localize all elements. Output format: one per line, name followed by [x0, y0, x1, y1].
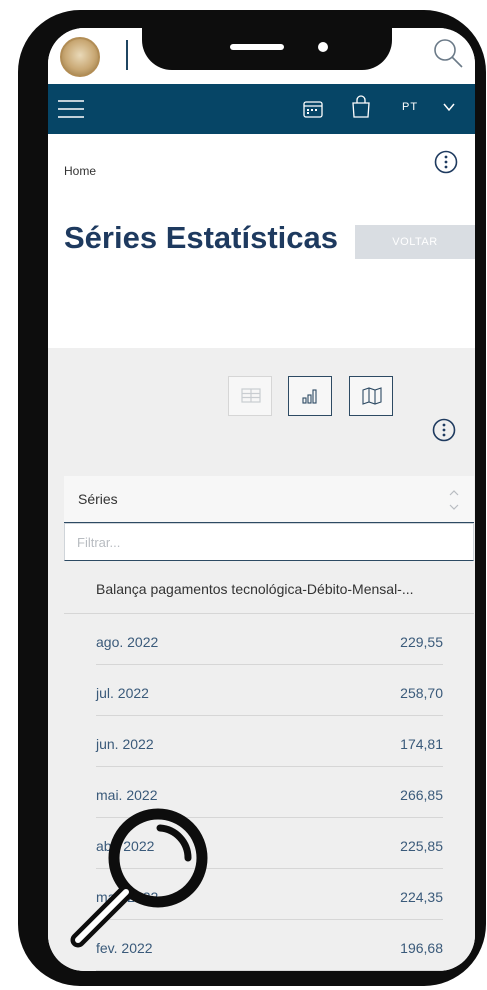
- table-row[interactable]: jun. 2022 174,81: [48, 716, 475, 767]
- row-value: 258,70: [400, 685, 443, 701]
- magnifying-glass-icon: [70, 808, 208, 948]
- hamburger-menu-icon[interactable]: [58, 98, 84, 120]
- series-header[interactable]: Séries: [64, 476, 474, 523]
- series-title[interactable]: Balança pagamentos tecnológica-Débito-Me…: [96, 581, 456, 597]
- row-value: 224,35: [400, 889, 443, 905]
- central-bank-emblem-icon[interactable]: [60, 37, 100, 77]
- logo-divider: [126, 40, 128, 70]
- table-row[interactable]: jul. 2022 258,70: [48, 665, 475, 716]
- row-date: jun. 2022: [96, 736, 154, 752]
- table-icon: [241, 388, 261, 403]
- front-camera: [318, 42, 328, 52]
- chevron-down-icon[interactable]: [441, 99, 457, 115]
- map-view-button[interactable]: [349, 376, 393, 416]
- chart-view-button[interactable]: [288, 376, 332, 416]
- info-icon[interactable]: [432, 418, 456, 442]
- row-value: 229,55: [400, 634, 443, 650]
- back-button[interactable]: VOLTAR: [355, 225, 475, 259]
- breadcrumb-home[interactable]: Home: [64, 164, 96, 178]
- divider: [96, 970, 443, 971]
- row-date: ago. 2022: [96, 634, 159, 650]
- speaker-grille: [230, 44, 284, 50]
- bar-chart-icon: [302, 389, 317, 404]
- page-title: Séries Estatísticas: [64, 220, 339, 255]
- table-view-button[interactable]: [228, 376, 272, 416]
- row-value: 266,85: [400, 787, 443, 803]
- row-value: 225,85: [400, 838, 443, 854]
- row-value: 196,68: [400, 940, 443, 956]
- shopping-bag-icon[interactable]: [350, 95, 372, 119]
- row-date: jul. 2022: [96, 685, 149, 701]
- language-selector[interactable]: PT: [402, 101, 418, 113]
- row-value: 174,81: [400, 736, 443, 752]
- sort-icon[interactable]: [448, 486, 460, 514]
- calendar-icon[interactable]: [302, 98, 324, 120]
- main-nav-bar: PT: [48, 84, 475, 134]
- phone-notch: [142, 28, 392, 70]
- info-icon[interactable]: [434, 150, 458, 174]
- series-header-label: Séries: [78, 491, 118, 507]
- table-row[interactable]: ago. 2022 229,55: [48, 614, 475, 665]
- map-icon: [362, 387, 382, 405]
- filter-field[interactable]: [64, 523, 474, 561]
- search-icon[interactable]: [431, 36, 465, 70]
- filter-input[interactable]: [65, 524, 473, 560]
